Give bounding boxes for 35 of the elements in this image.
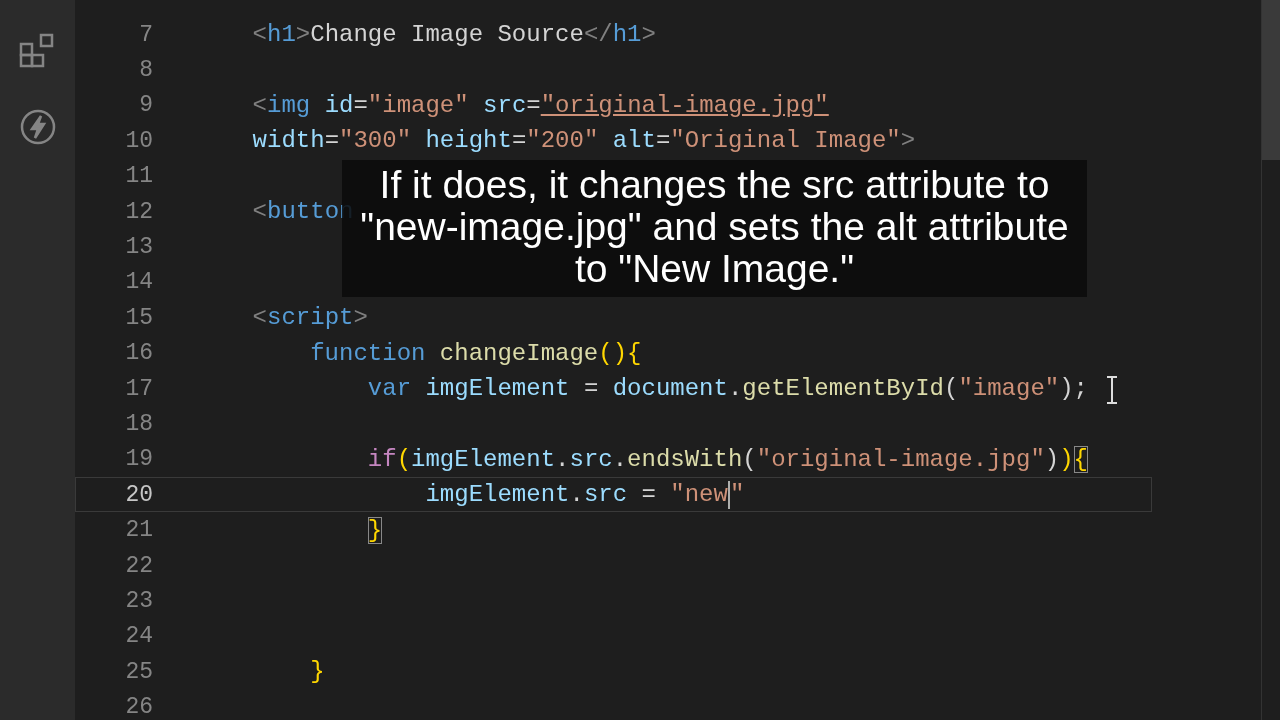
code-line: width="300" height="200" alt="Original Image"> bbox=[251, 126, 916, 157]
code-line: var imgElement = document.getElementById("image"); bbox=[366, 374, 1088, 405]
code-line: if(imgElement.src.endsWith("original-image.jpg")){ bbox=[366, 444, 1088, 475]
code-line: <h1>Change Image Source</h1> bbox=[251, 20, 656, 51]
line-number: 22 bbox=[124, 552, 153, 579]
scrollbar-thumb[interactable] bbox=[1262, 0, 1280, 160]
line-number: 21 bbox=[124, 517, 153, 544]
line-number: 12 bbox=[124, 198, 153, 225]
text-cursor-icon bbox=[1104, 376, 1120, 404]
line-number: 19 bbox=[124, 446, 153, 473]
line-number: 9 bbox=[138, 92, 153, 119]
code-line: function changeImage(){ bbox=[309, 338, 642, 369]
line-number: 23 bbox=[124, 587, 153, 614]
line-number: 24 bbox=[124, 623, 153, 650]
code-line: <script> bbox=[251, 303, 368, 334]
line-number: 17 bbox=[124, 375, 153, 402]
line-number: 14 bbox=[124, 269, 153, 296]
line-number: 26 bbox=[124, 694, 153, 720]
line-number: 7 bbox=[138, 21, 153, 48]
line-number: 11 bbox=[124, 163, 153, 190]
line-number: 13 bbox=[124, 234, 153, 261]
line-number: 20 bbox=[124, 481, 153, 508]
line-number: 18 bbox=[124, 411, 153, 437]
lightning-icon[interactable] bbox=[18, 108, 57, 146]
code-line: <img id="image" src="original-image.jpg" bbox=[251, 90, 829, 121]
code-line: } bbox=[309, 657, 325, 688]
line-number: 10 bbox=[124, 127, 153, 154]
code-line: imgElement.src = "new" bbox=[424, 479, 745, 511]
scrollbar[interactable] bbox=[1261, 0, 1280, 720]
line-number: 15 bbox=[124, 304, 153, 331]
line-number: 16 bbox=[124, 340, 153, 367]
line-number: 8 bbox=[138, 57, 153, 84]
code-line: } bbox=[366, 515, 383, 546]
line-number: 25 bbox=[124, 658, 153, 685]
code-line: <button bbox=[251, 197, 354, 228]
